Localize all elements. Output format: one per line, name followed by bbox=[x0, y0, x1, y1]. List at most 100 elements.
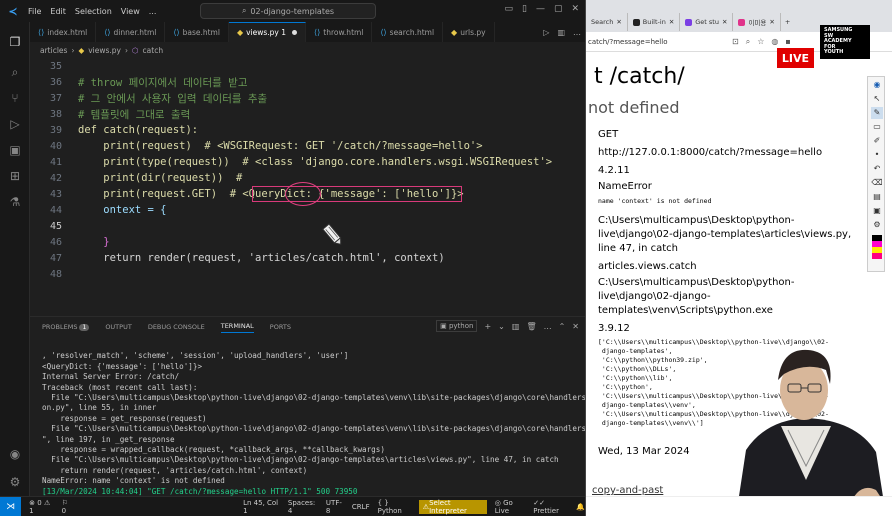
terminal-shell-select[interactable]: ▣ python bbox=[436, 320, 478, 332]
chevron-up-icon[interactable]: ⌃ bbox=[559, 322, 566, 331]
status-problems[interactable]: ⊗ 0 ⚠ 1 bbox=[29, 499, 53, 515]
color-swatch-pink[interactable] bbox=[872, 253, 882, 259]
status-encoding[interactable]: UTF-8 bbox=[326, 499, 344, 515]
layout-icon[interactable]: ▭ bbox=[504, 4, 513, 14]
breadcrumb-catch[interactable]: catch bbox=[143, 46, 164, 55]
minimize-icon[interactable]: — bbox=[536, 4, 545, 14]
copy-and-paste-link[interactable]: copy-and-past bbox=[592, 485, 663, 496]
browser-tab[interactable]: Built-in ✕ bbox=[628, 13, 681, 31]
tab-problems[interactable]: PROBLEMS 1 bbox=[42, 323, 90, 331]
close-icon[interactable]: ✕ bbox=[571, 4, 579, 14]
code-line: 46 } bbox=[30, 234, 585, 250]
testing-icon[interactable]: ⚗ bbox=[7, 194, 23, 210]
command-center[interactable]: ⌕ 02-django-templates bbox=[200, 3, 376, 19]
breadcrumb-views[interactable]: views.py bbox=[88, 46, 121, 55]
status-language[interactable]: { } Python bbox=[378, 499, 411, 515]
close-icon[interactable]: ✕ bbox=[572, 322, 579, 331]
bell-icon[interactable]: 🔔 bbox=[576, 503, 585, 511]
browser-tab[interactable]: Get stu ✕ bbox=[680, 13, 734, 31]
menu-view[interactable]: View bbox=[121, 7, 140, 16]
tab-debug-console[interactable]: DEBUG CONSOLE bbox=[148, 323, 205, 331]
tab-dinner-html[interactable]: ⟨⟩ dinner.html bbox=[96, 22, 166, 42]
source-control-icon[interactable]: ⑂ bbox=[7, 90, 23, 106]
tab-ports[interactable]: PORTS bbox=[270, 323, 291, 331]
tab-views-py[interactable]: ◆ views.py 1 bbox=[228, 22, 307, 42]
breadcrumb-articles[interactable]: articles bbox=[40, 46, 67, 55]
extension-icon[interactable]: ▪ bbox=[785, 37, 790, 47]
browser-tab[interactable]: 이미용 ✕ bbox=[733, 13, 781, 31]
tab-terminal[interactable]: TERMINAL bbox=[220, 322, 254, 333]
translate-icon[interactable]: ⊡ bbox=[732, 37, 739, 47]
marker-icon[interactable]: ✐ bbox=[871, 135, 883, 147]
dot-icon[interactable]: • bbox=[871, 149, 883, 161]
pen-cursor-icon bbox=[322, 223, 342, 245]
terminal-line: on.py", line 55, in inner bbox=[42, 403, 157, 413]
terminal-line: Traceback (most recent call last): bbox=[42, 382, 198, 392]
code-text: } bbox=[78, 236, 110, 248]
presenter-webcam bbox=[736, 349, 892, 516]
activity-bar: ❐ ⌕ ⑂ ▷ ▣ ⊞ ⚗ ◉ ⚙ bbox=[0, 22, 30, 506]
tab-search-html[interactable]: ⟨⟩ search.html bbox=[372, 22, 444, 42]
run-debug-icon[interactable]: ▷ bbox=[7, 116, 23, 132]
cursor-icon[interactable]: ↖ bbox=[871, 93, 883, 105]
tab-output[interactable]: OUTPUT bbox=[105, 323, 132, 331]
ports-count: 0 bbox=[61, 506, 67, 515]
chevron-down-icon[interactable]: ⌄ bbox=[498, 322, 505, 331]
menu-selection[interactable]: Selection bbox=[75, 7, 112, 16]
add-terminal-icon[interactable]: + bbox=[484, 322, 491, 331]
status-interpreter[interactable]: ⚠ Select Interpreter bbox=[418, 499, 487, 515]
tab-base-html[interactable]: ⟨⟩ base.html bbox=[165, 22, 229, 42]
close-icon[interactable]: ✕ bbox=[769, 18, 774, 26]
trash-icon[interactable]: ⌫ bbox=[871, 177, 883, 189]
code-text: print(dir(request)) # bbox=[78, 172, 243, 184]
close-icon[interactable]: ✕ bbox=[669, 18, 674, 26]
menu-file[interactable]: File bbox=[28, 7, 41, 16]
more-icon[interactable]: … bbox=[573, 28, 581, 37]
remote-explorer-icon[interactable]: ▣ bbox=[7, 142, 23, 158]
eye-icon[interactable]: ◉ bbox=[871, 79, 883, 91]
split-terminal-icon[interactable]: ▥ bbox=[512, 322, 520, 331]
extensions-icon[interactable]: ⊞ bbox=[7, 168, 23, 184]
trash-icon[interactable]: 🗑 bbox=[526, 322, 536, 331]
code-editor[interactable]: 35 36 # throw 페이지에서 데이터를 받고 37 # 그 안에서 사용자… bbox=[30, 58, 585, 314]
status-golive[interactable]: ◎ Go Live bbox=[495, 499, 526, 515]
gear-icon[interactable]: ⚙ bbox=[7, 474, 23, 490]
status-position[interactable]: Ln 45, Col 1 bbox=[243, 499, 280, 515]
extension-icon[interactable]: ◍ bbox=[771, 37, 778, 47]
remote-icon[interactable]: ⋊ bbox=[0, 496, 22, 516]
menu-edit[interactable]: Edit bbox=[50, 7, 66, 16]
tab-throw-html[interactable]: ⟨⟩ throw.html bbox=[306, 22, 373, 42]
undo-icon[interactable]: ↶ bbox=[871, 163, 883, 175]
account-icon[interactable]: ◉ bbox=[7, 446, 23, 462]
new-tab-icon[interactable]: + bbox=[785, 18, 790, 26]
status-prettier[interactable]: ✓✓ Prettier bbox=[533, 499, 568, 515]
close-icon[interactable]: ✕ bbox=[722, 18, 727, 26]
code-text: # 템플릿에 그대로 출력 bbox=[78, 108, 191, 121]
more-icon[interactable]: … bbox=[544, 322, 552, 331]
modified-dot-icon[interactable] bbox=[292, 30, 298, 35]
panel-controls: ▣ python + ⌄ ▥ 🗑 … ⌃ ✕ bbox=[436, 320, 579, 332]
tab-urls-py[interactable]: ◆ urls.py bbox=[443, 22, 495, 42]
line-number: 42 bbox=[49, 172, 62, 184]
save-icon[interactable]: ▤ bbox=[871, 191, 883, 203]
layout-icon[interactable]: ▯ bbox=[522, 4, 527, 14]
settings-icon[interactable]: ⚙ bbox=[871, 219, 883, 231]
maximize-icon[interactable]: ▢ bbox=[554, 4, 563, 14]
terminal-output[interactable]: , 'resolver_match', 'scheme', 'session',… bbox=[42, 341, 623, 516]
split-editor-icon[interactable]: ▥ bbox=[557, 28, 565, 37]
menu-more[interactable]: ... bbox=[149, 7, 157, 16]
zoom-icon[interactable]: ⌕ bbox=[746, 37, 750, 47]
run-icon[interactable]: ▷ bbox=[543, 28, 549, 37]
status-eol[interactable]: CRLF bbox=[352, 503, 370, 511]
close-icon[interactable]: ✕ bbox=[616, 18, 621, 26]
status-spaces[interactable]: Spaces: 4 bbox=[288, 499, 318, 515]
pen-icon[interactable]: ✎ bbox=[871, 107, 883, 119]
explorer-icon[interactable]: ❐ bbox=[7, 34, 23, 50]
star-icon[interactable]: ☆ bbox=[757, 37, 764, 47]
tab-index-html[interactable]: ⟨⟩ index.html bbox=[30, 22, 97, 42]
status-ports[interactable]: ⚐ 0 bbox=[62, 499, 73, 515]
camera-icon[interactable]: ▣ bbox=[871, 205, 883, 217]
browser-tab[interactable]: Search ✕ bbox=[586, 13, 628, 31]
search-icon[interactable]: ⌕ bbox=[7, 64, 23, 80]
rectangle-icon[interactable]: ▭ bbox=[871, 121, 883, 133]
